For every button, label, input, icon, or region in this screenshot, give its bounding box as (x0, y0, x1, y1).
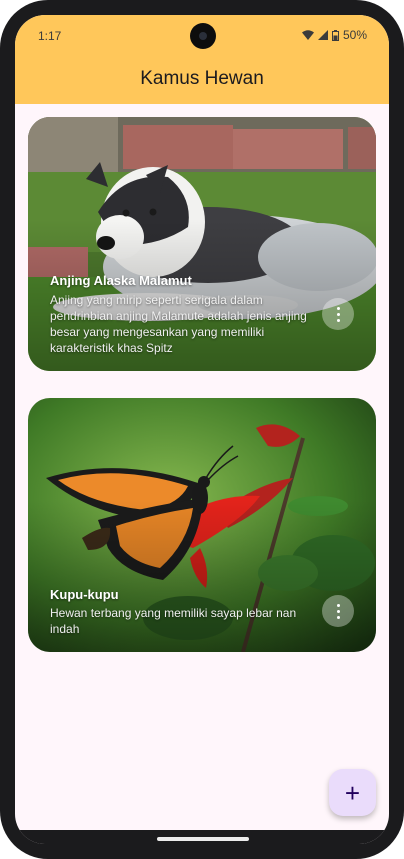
card-description: Hewan terbang yang memiliki sayap lebar … (50, 606, 297, 636)
battery-percent: 50% (342, 28, 367, 42)
more-options-button[interactable] (322, 595, 354, 627)
more-options-button[interactable] (322, 298, 354, 330)
phone-frame: 1:17 50% Kamus Hewan Anjing Alaska Malam… (0, 0, 404, 859)
card-title: Kupu-kupu (50, 587, 119, 602)
status-time: 1:17 (38, 29, 62, 43)
animal-card[interactable]: Anjing Alaska Malamut Anjing yang mirip … (28, 117, 376, 371)
signal-icon (317, 30, 328, 40)
card-description: Anjing yang mirip seperti serigala dalam… (50, 293, 307, 355)
status-icons: 50% (301, 28, 367, 42)
more-vert-icon (336, 306, 340, 310)
add-icon: + (344, 777, 361, 808)
screen: 1:17 50% Kamus Hewan Anjing Alaska Malam… (15, 15, 389, 844)
status-bar: 1:17 50% (15, 15, 389, 55)
battery-icon (331, 29, 339, 41)
camera-cutout (190, 23, 216, 49)
app-bar: 1:17 50% Kamus Hewan (15, 15, 389, 104)
wifi-icon (301, 30, 314, 40)
add-animal-button[interactable]: + (329, 769, 376, 816)
more-vert-icon (336, 603, 340, 607)
home-gesture-handle[interactable] (157, 837, 249, 841)
animal-card[interactable]: Kupu-kupu Hewan terbang yang memiliki sa… (28, 398, 376, 652)
card-title: Anjing Alaska Malamut (50, 273, 192, 288)
page-title: Kamus Hewan (140, 68, 264, 89)
animal-list[interactable]: Anjing Alaska Malamut Anjing yang mirip … (28, 117, 376, 679)
